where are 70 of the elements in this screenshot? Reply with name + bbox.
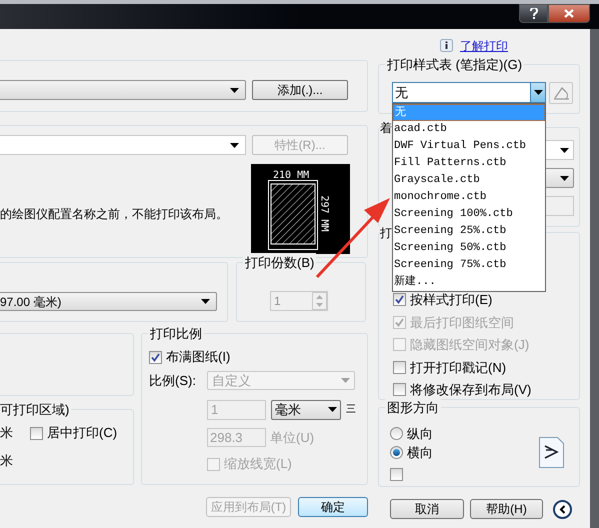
units-label: 单位(U) [270,428,314,447]
caret-icon [230,88,239,92]
checkbox-label: 缩放线宽(L) [224,455,292,474]
scale-label: 比例(S): [149,372,197,390]
group-title: 打印样式表 (笔指定)(G) [385,55,524,74]
equals-sign: 三 [346,403,356,417]
unit-label: 米 [0,424,13,442]
chevron-left-icon [559,504,566,514]
checkbox-label: 布满图纸(I) [166,348,230,366]
page-letter-icon [539,437,564,468]
list-option[interactable]: Screening 75%.ctb [393,257,545,274]
group-title: 打印份数(B) [243,253,316,272]
caret-icon [201,299,210,304]
caret-icon [560,148,569,152]
list-option[interactable]: Grayscale.ctb [393,172,545,189]
learn-link[interactable]: 了解打印 [460,36,508,54]
group-title: 打 [380,224,392,242]
checkbox-label: 居中打印(C) [47,424,118,442]
ok-button[interactable]: 确定 [298,497,368,517]
caret-icon [560,176,569,180]
width-dimension: 210 MM [273,169,310,183]
name-dropdown[interactable] [0,80,246,100]
help-button[interactable] [519,4,548,23]
checkbox-label: 将修改保存到布局(V) [410,381,532,399]
warning-message: 的绘图仪配置名称之前，不能打印该布局。 [0,206,229,223]
unit-dropdown[interactable]: 毫米 [271,400,341,420]
edit-button[interactable] [549,82,573,104]
group-title: 可打印区域) [0,400,72,420]
caret-icon [534,90,542,95]
cancel-button[interactable]: 取消 [390,499,464,519]
plot-style-dropdown[interactable]: 无 [392,82,546,103]
checkbox[interactable] [393,383,406,396]
caret-icon [328,407,337,412]
list-option[interactable]: monochrome.ctb [393,189,545,206]
list-option[interactable]: Fill Patterns.ctb [393,155,545,172]
help-button[interactable]: 帮助(H) [470,499,543,519]
list-option[interactable]: 新建... [393,274,545,291]
printer-dropdown[interactable] [0,135,246,155]
pen-icon [552,86,570,100]
checkbox-label: 最后打印图纸空间 [410,314,514,332]
add-button[interactable]: 添加(.)... [252,80,348,100]
caret-icon [230,142,239,148]
spin-arrows-icon [312,292,327,310]
collapse-button[interactable] [553,500,572,518]
checkbox[interactable] [30,426,43,440]
checkbox[interactable] [149,350,162,364]
radio-button[interactable] [390,427,403,440]
info-icon [440,39,453,52]
close-button[interactable] [548,4,590,23]
caret-icon [341,378,350,384]
checkbox-label: 按样式打印(E) [410,291,492,309]
list-option[interactable]: Screening 50%.ctb [393,240,545,257]
radio-label: 纵向 [407,424,433,443]
unit-label: 米 [0,452,13,470]
height-dimension: 297 MM [318,195,331,232]
close-icon [564,9,574,18]
list-option[interactable]: Screening 25%.ctb [393,223,545,240]
list-option[interactable]: DWF Virtual Pens.ctb [393,138,545,155]
list-option[interactable]: acad.ctb [393,121,545,138]
radio-button[interactable] [390,446,403,459]
radio-label: 横向 [407,444,433,462]
checkbox[interactable] [393,293,406,306]
checkbox[interactable] [390,468,403,480]
checkbox-label: 隐藏图纸空间对象(J) [410,336,530,354]
checkbox-label: 打开打印戳记(N) [410,358,506,377]
paper-sheet-drawing [268,180,318,250]
checkbox[interactable] [393,360,406,374]
list-option[interactable]: Screening 100%.ctb [393,206,545,223]
help-icon [530,8,538,19]
paper-size-dropdown[interactable]: 97.00 毫米) [0,292,217,311]
